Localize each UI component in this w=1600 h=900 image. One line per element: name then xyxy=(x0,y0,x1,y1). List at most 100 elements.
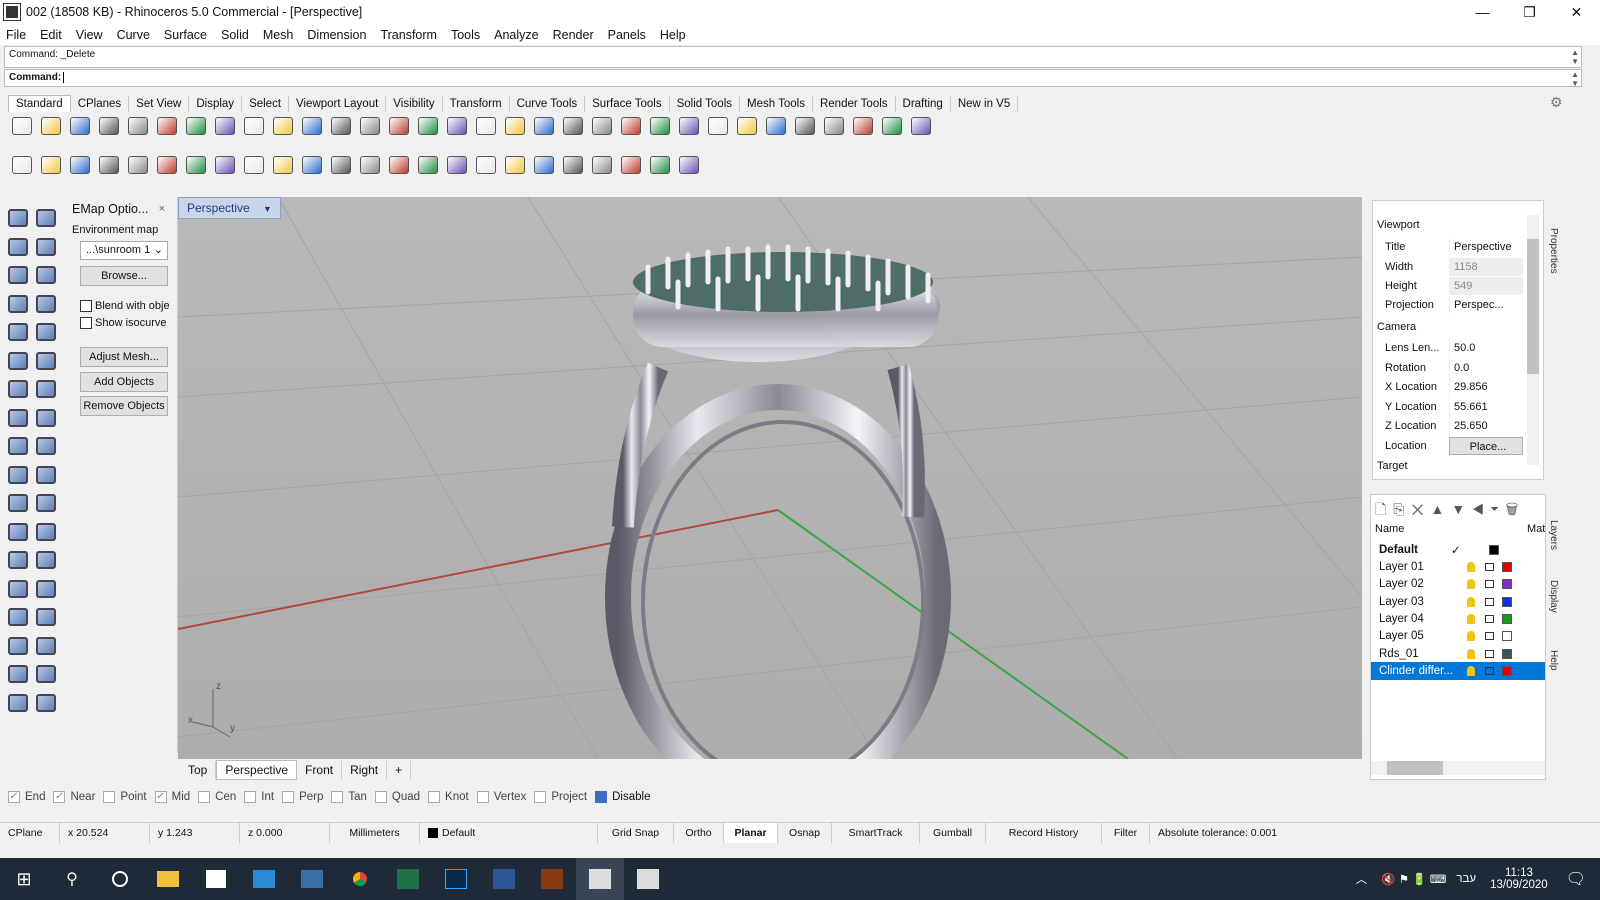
rectangle-button[interactable] xyxy=(32,290,60,319)
environment-map-select[interactable]: ...\sunroom 1 ⌄ xyxy=(80,241,168,260)
undo-button[interactable] xyxy=(240,113,267,139)
prop-row[interactable]: Y Location 55.661 xyxy=(1373,397,1523,417)
prop-row[interactable]: Projection Perspec... xyxy=(1373,295,1523,315)
tab-cplanes[interactable]: CPlanes xyxy=(71,96,130,112)
layer-visible-bulb-icon[interactable] xyxy=(1467,613,1475,624)
layer-row[interactable]: Default ✓ xyxy=(1371,541,1545,559)
four-views-button[interactable] xyxy=(472,113,499,139)
osnap-checkbox[interactable] xyxy=(331,791,344,803)
layer-visible-bulb-icon[interactable] xyxy=(1467,648,1475,659)
osnap-near[interactable]: ✓ Near xyxy=(53,791,95,803)
join-button[interactable] xyxy=(4,518,32,547)
render-tool-button[interactable] xyxy=(4,689,32,718)
tab-curve-tools[interactable]: Curve Tools xyxy=(510,96,586,112)
layers-scrollbar[interactable] xyxy=(1371,761,1545,775)
menu-file[interactable]: File xyxy=(6,28,26,42)
prop-row[interactable]: Lens Len... 50.0 xyxy=(1373,338,1523,358)
show-isocurve-checkbox[interactable]: Show isocurve xyxy=(80,317,167,329)
projection-select[interactable]: Perspec... xyxy=(1449,295,1523,314)
tab-visibility[interactable]: Visibility xyxy=(386,96,443,112)
osnap-checkbox[interactable] xyxy=(103,791,116,803)
osnap-point[interactable]: Point xyxy=(103,791,147,803)
layer-row[interactable]: Layer 02 xyxy=(1371,576,1545,594)
add-objects-button[interactable]: Add Objects xyxy=(80,372,168,392)
layer-color-swatch[interactable] xyxy=(1502,631,1512,642)
osnap-checkbox[interactable] xyxy=(374,791,387,803)
layer-color-swatch[interactable] xyxy=(1502,648,1512,659)
side-tab-properties[interactable]: Properties xyxy=(1548,228,1559,274)
perspective-viewport[interactable]: Perspective ▼ z x y xyxy=(178,197,1362,759)
extrude-button[interactable] xyxy=(32,404,60,433)
blend-with-object-checkbox[interactable]: Blend with obje xyxy=(80,300,170,312)
rhino-taskbar-icon-2[interactable] xyxy=(624,858,672,900)
menu-tools[interactable]: Tools xyxy=(451,28,480,42)
dim-radius-button[interactable] xyxy=(124,152,151,178)
layer-row[interactable]: Layer 01 xyxy=(1371,558,1545,576)
prop-row[interactable]: Location Place... xyxy=(1373,436,1523,456)
photoshop-icon[interactable] xyxy=(432,858,480,900)
surface-button[interactable] xyxy=(4,347,32,376)
tab-new-in-v5[interactable]: New in V5 xyxy=(951,96,1019,112)
excel-icon[interactable] xyxy=(384,858,432,900)
light-button[interactable] xyxy=(617,113,644,139)
file-explorer-icon[interactable] xyxy=(144,858,192,900)
group-button[interactable] xyxy=(4,489,32,518)
folder-button[interactable] xyxy=(588,152,615,178)
prop-value[interactable]: 50.0 xyxy=(1449,338,1523,357)
snap-button[interactable] xyxy=(646,152,673,178)
tray-icons[interactable]: 🔇 ⚑ 🔋 ⌨ xyxy=(1381,872,1446,886)
osnap-cen[interactable]: Cen xyxy=(198,791,236,803)
tab-select[interactable]: Select xyxy=(242,96,290,112)
bridge-app-icon[interactable] xyxy=(288,858,336,900)
tab-solid-tools[interactable]: Solid Tools xyxy=(670,96,740,112)
tab-surface-tools[interactable]: Surface Tools xyxy=(585,96,670,112)
layer-color-swatch[interactable] xyxy=(1502,665,1512,676)
menu-curve[interactable]: Curve xyxy=(117,28,150,42)
save-button[interactable] xyxy=(66,113,93,139)
split-button[interactable] xyxy=(4,461,32,490)
osnap-checkbox[interactable] xyxy=(282,791,295,803)
dim-linear-button[interactable] xyxy=(8,152,35,178)
tab-standard[interactable]: Standard xyxy=(8,95,71,112)
osnap-tan[interactable]: Tan xyxy=(331,791,367,803)
menu-help[interactable]: Help xyxy=(660,28,686,42)
revolve-button[interactable] xyxy=(32,347,60,376)
osnap-checkbox[interactable] xyxy=(534,791,547,803)
table-button[interactable] xyxy=(559,152,586,178)
outlook-icon[interactable] xyxy=(240,858,288,900)
tab-top[interactable]: Top xyxy=(180,761,217,779)
osnap-checkbox[interactable] xyxy=(595,791,608,803)
ellipse-button[interactable] xyxy=(4,318,32,347)
layout-button[interactable] xyxy=(501,152,528,178)
box-solid-button[interactable] xyxy=(4,375,32,404)
tab-transform[interactable]: Transform xyxy=(443,96,510,112)
osnap-knot[interactable]: Knot xyxy=(428,791,469,803)
dim-ordinate-button[interactable] xyxy=(211,152,238,178)
fillet-button[interactable] xyxy=(32,318,60,347)
layer-lock-icon[interactable] xyxy=(1485,563,1494,572)
unlock-button[interactable] xyxy=(675,152,702,178)
new-button[interactable] xyxy=(8,113,35,139)
clipping-button[interactable] xyxy=(443,152,470,178)
box-button[interactable] xyxy=(588,113,615,139)
dot-button[interactable] xyxy=(327,152,354,178)
prop-row[interactable]: Title Perspective xyxy=(1373,237,1523,257)
explode-button[interactable] xyxy=(32,489,60,518)
properties-scrollbar[interactable] xyxy=(1527,215,1539,465)
current-layer-status[interactable]: Default xyxy=(420,822,598,843)
layer-row[interactable]: Rds_01 xyxy=(1371,645,1545,663)
block-button[interactable] xyxy=(472,152,499,178)
menu-transform[interactable]: Transform xyxy=(380,28,437,42)
layer-visible-bulb-icon[interactable] xyxy=(1467,562,1475,573)
osnap-checkbox[interactable] xyxy=(244,791,257,803)
word-icon[interactable] xyxy=(480,858,528,900)
osnap-perp[interactable]: Perp xyxy=(282,791,323,803)
restore-button[interactable]: ❐ xyxy=(1506,0,1553,24)
tab-mesh-tools[interactable]: Mesh Tools xyxy=(740,96,813,112)
osnap-project[interactable]: Project xyxy=(534,791,587,803)
prop-row[interactable]: X Location 29.856 xyxy=(1373,377,1523,397)
menu-panels[interactable]: Panels xyxy=(608,28,646,42)
tab-display[interactable]: Display xyxy=(189,96,243,112)
menu-edit[interactable]: Edit xyxy=(40,28,62,42)
mirror-button[interactable] xyxy=(4,603,32,632)
